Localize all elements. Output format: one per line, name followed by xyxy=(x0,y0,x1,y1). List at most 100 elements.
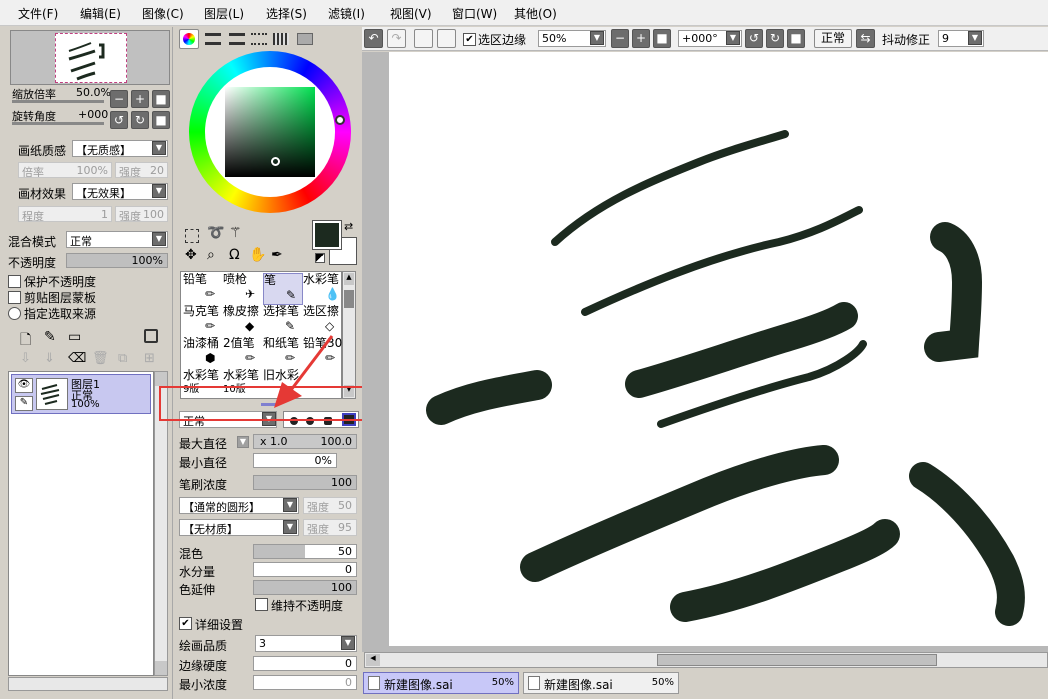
zoom-slider[interactable] xyxy=(12,100,104,103)
menu-file[interactable]: 文件(F) xyxy=(18,5,58,22)
chevron-down-icon[interactable]: ▼ xyxy=(341,636,355,650)
rotate-slider[interactable] xyxy=(12,122,104,125)
protect-opacity-checkbox[interactable] xyxy=(8,275,21,288)
rect-select-icon[interactable] xyxy=(185,229,199,243)
zoom-in-button[interactable]: + xyxy=(131,90,149,108)
opacity-slider[interactable]: 100% xyxy=(66,253,168,268)
zoom-icon[interactable]: ⌕ xyxy=(207,247,215,263)
new-linework-layer-icon[interactable]: ✎ xyxy=(44,329,56,345)
rotate-right-button[interactable]: ↻ xyxy=(131,111,149,129)
lasso-icon[interactable]: ➰ xyxy=(207,225,224,241)
flip-horizontal-button[interactable]: ⇆ xyxy=(856,29,875,48)
toolbar-rotate-right-button[interactable]: ↻ xyxy=(766,29,784,48)
toolbar-rotate-reset-button[interactable]: ■ xyxy=(787,29,805,48)
menu-window[interactable]: 窗口(W) xyxy=(452,5,497,22)
tool-bucket[interactable]: 油漆桶 ⬢ xyxy=(183,337,223,369)
layer-hscrollbar[interactable] xyxy=(8,677,168,691)
toolbar-zoom-in-button[interactable]: + xyxy=(632,29,650,48)
mask-icon[interactable] xyxy=(144,329,158,343)
brush-lock-icon[interactable]: ✎ xyxy=(15,396,33,411)
magic-wand-icon[interactable]: ⚚ xyxy=(229,225,242,241)
merge-down-icon[interactable]: ⇓ xyxy=(44,351,55,366)
tool-binary-pen[interactable]: 2值笔 ✏ xyxy=(223,337,263,369)
move-icon[interactable]: ✥ xyxy=(185,247,197,263)
eye-icon[interactable]: 👁 xyxy=(15,378,33,393)
min-density-slider[interactable]: 0 xyxy=(253,675,357,690)
clear-layer-icon[interactable]: ⌫ xyxy=(68,351,86,366)
brush-texture-select[interactable]: 【无材质】 xyxy=(179,519,299,536)
menu-image[interactable]: 图像(C) xyxy=(142,5,184,22)
toolbar-zoom-out-button[interactable]: − xyxy=(611,29,629,48)
tool-grid-scrollbar[interactable]: ▲ ▼ xyxy=(342,271,356,399)
keep-opacity-checkbox[interactable] xyxy=(255,598,268,611)
rotate-reset-button[interactable]: ■ xyxy=(152,111,170,129)
selection-source-radio[interactable] xyxy=(8,307,21,320)
document-tab[interactable]: 新建图像.sai 50% xyxy=(523,672,679,694)
color-wheel-tab[interactable] xyxy=(179,29,199,49)
zoom-reset-button[interactable]: ■ xyxy=(152,90,170,108)
layer-row[interactable]: 👁 ✎ 图层1 正常 100% xyxy=(11,374,151,414)
tool-marker[interactable]: 马克笔 ✏ xyxy=(183,305,223,337)
menu-filter[interactable]: 滤镜(I) xyxy=(328,5,365,22)
hsv-slider-tab[interactable] xyxy=(229,33,245,45)
navigator-thumbnail[interactable] xyxy=(10,30,170,85)
chevron-down-icon[interactable]: ▼ xyxy=(237,436,249,448)
shape-strength-field[interactable]: 强度 50 xyxy=(303,497,357,514)
menu-select[interactable]: 选择(S) xyxy=(266,5,307,22)
primary-color-swatch[interactable] xyxy=(312,220,342,250)
advanced-settings-checkbox[interactable]: ✔ xyxy=(179,617,192,630)
water-slider[interactable]: 0 xyxy=(253,562,357,577)
texture-strength-field[interactable]: 强度 95 xyxy=(303,519,357,536)
paper-strength-field[interactable]: 强度 20 xyxy=(115,162,168,178)
canvas-scroll-thumb[interactable] xyxy=(657,654,937,666)
zoom-out-button[interactable]: − xyxy=(110,90,128,108)
chevron-down-icon[interactable]: ▼ xyxy=(968,31,982,45)
drawing-canvas[interactable] xyxy=(389,52,1048,646)
swatches-tab[interactable] xyxy=(273,33,289,45)
tool-pencil[interactable]: 铅笔 ✏ xyxy=(183,273,223,305)
scroll-left-icon[interactable]: ◀ xyxy=(366,654,380,666)
reset-colors-icon[interactable] xyxy=(315,253,325,263)
paper-scale-field[interactable]: 倍率 100% xyxy=(18,162,112,178)
paper-degree-field[interactable]: 程度 1 xyxy=(18,206,112,222)
new-folder-icon[interactable]: ▭ xyxy=(68,329,81,345)
invert-selection-button[interactable] xyxy=(437,29,456,48)
delete-layer-icon[interactable]: 🗑 xyxy=(92,351,109,366)
scratchpad-tab[interactable] xyxy=(297,33,313,45)
max-size-slider[interactable]: x 1.0 100.0 xyxy=(253,434,357,449)
canvas-hscrollbar[interactable]: ◀ xyxy=(364,652,1048,668)
saturation-value-square[interactable] xyxy=(225,87,315,177)
toolbar-rotate-left-button[interactable]: ↺ xyxy=(745,29,763,48)
chevron-down-icon[interactable]: ▼ xyxy=(152,232,166,246)
deselect-button[interactable] xyxy=(414,29,433,48)
tool-airbrush[interactable]: 喷枪 ✈ xyxy=(223,273,263,305)
redo-button[interactable]: ↷ xyxy=(387,29,406,48)
blend-slider[interactable]: 50 xyxy=(253,544,357,559)
persistence-slider[interactable]: 100 xyxy=(253,580,357,595)
eyedropper-icon[interactable]: ✒ xyxy=(271,247,283,263)
density-slider[interactable]: 100 xyxy=(253,475,357,490)
chevron-down-icon[interactable]: ▼ xyxy=(283,520,297,534)
tool-watercolor[interactable]: 水彩笔 💧 xyxy=(303,273,343,305)
chevron-down-icon[interactable]: ▼ xyxy=(590,31,604,45)
rotate-view-icon[interactable]: Ω xyxy=(229,247,240,263)
transfer-down-icon[interactable]: ⇩ xyxy=(20,351,31,366)
flatten-icon[interactable]: ⊞ xyxy=(144,351,155,366)
toolbar-zoom-reset-button[interactable]: ■ xyxy=(653,29,671,48)
canvas-mode-button[interactable]: 正常 xyxy=(814,29,852,48)
tool-brush[interactable]: 笔 ✎ xyxy=(263,273,303,305)
menu-other[interactable]: 其他(O) xyxy=(514,5,557,22)
brush-shape-select[interactable]: 【通常的圆形】 xyxy=(179,497,299,514)
hand-icon[interactable]: ✋ xyxy=(249,247,266,263)
tool-eraser[interactable]: 橡皮擦 ◆ xyxy=(223,305,263,337)
document-tab-active[interactable]: 新建图像.sai 50% xyxy=(363,672,519,694)
new-layer-icon[interactable]: 🗋 xyxy=(20,329,31,353)
clip-mask-checkbox[interactable] xyxy=(8,291,21,304)
rotate-left-button[interactable]: ↺ xyxy=(110,111,128,129)
chevron-down-icon[interactable]: ▼ xyxy=(152,184,166,198)
selection-edge-checkbox[interactable]: ✔ xyxy=(463,33,476,46)
edge-hardness-slider[interactable]: 0 xyxy=(253,656,357,671)
paper-strength2-field[interactable]: 强度 100 xyxy=(115,206,168,222)
color-mixer-tab[interactable] xyxy=(251,33,267,45)
menu-edit[interactable]: 编辑(E) xyxy=(80,5,121,22)
